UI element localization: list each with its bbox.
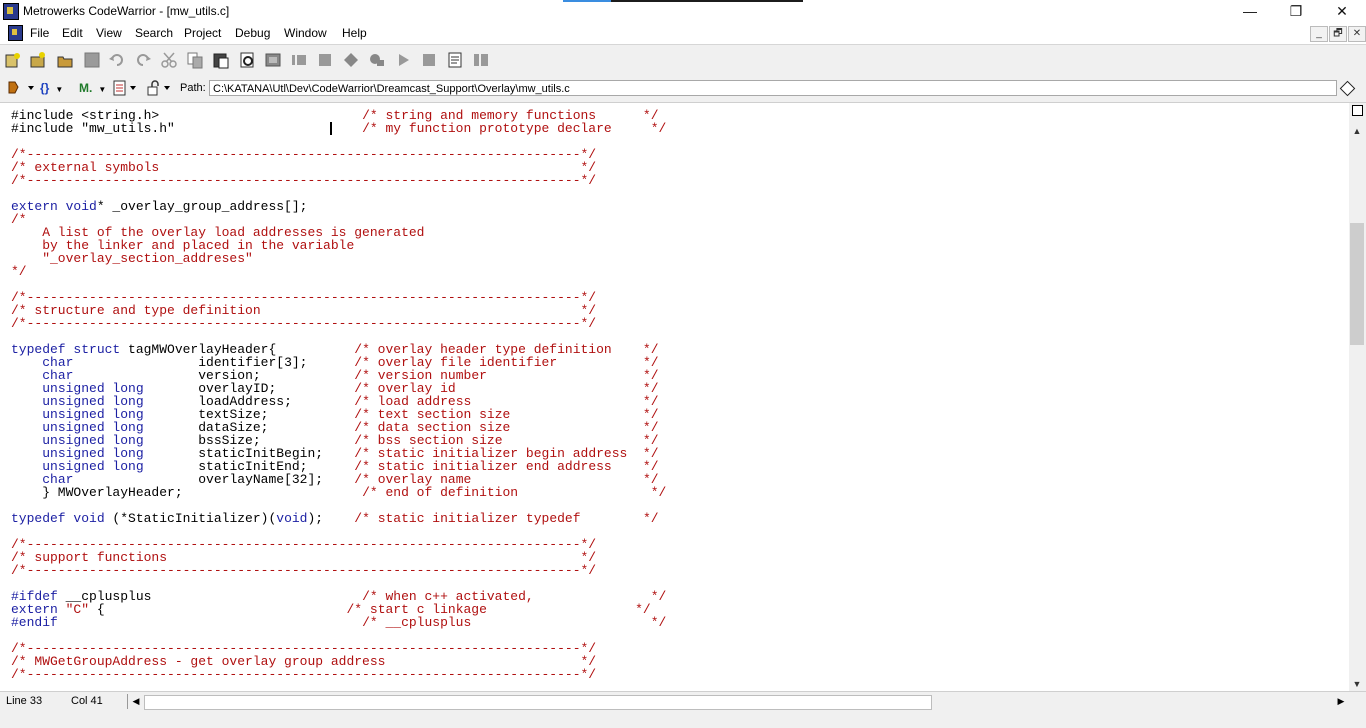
mdi-minimize-button[interactable]: _ <box>1310 26 1328 42</box>
code-editor[interactable]: #include <string.h> /* string and memory… <box>0 103 1349 691</box>
line-number: Line 33 <box>6 695 43 707</box>
dropdown-arrow-icon: ▼ <box>98 85 107 94</box>
title-bar: Metrowerks CodeWarrior - [mw_utils.c] — … <box>0 0 1366 22</box>
path-label: Path: <box>180 82 206 94</box>
main-toolbar <box>0 44 1366 75</box>
scroll-down-icon[interactable]: ▼ <box>1350 678 1364 690</box>
menu-window[interactable]: Window <box>284 26 327 40</box>
window-title: Metrowerks CodeWarrior - [mw_utils.c] <box>23 4 230 18</box>
close-button[interactable]: ✕ <box>1319 0 1365 22</box>
markers-popup[interactable]: M. ▼ <box>79 80 106 96</box>
code-text: (*StaticInitializer)( <box>104 511 277 526</box>
column-number: Col 41 <box>71 695 103 707</box>
code-line: /*--------------------------------------… <box>11 563 596 578</box>
find-in-files-icon[interactable] <box>264 51 282 69</box>
debug-icon[interactable] <box>342 51 360 69</box>
scroll-up-icon[interactable]: ▲ <box>1350 124 1364 138</box>
title-bar-accent <box>563 0 803 2</box>
bottom-strip <box>0 710 1366 728</box>
new-project-icon[interactable] <box>4 51 22 69</box>
code-line: extern void* _overlay_group_address[]; <box>11 199 307 214</box>
minimize-button[interactable]: — <box>1227 0 1273 22</box>
code-line: /*--------------------------------------… <box>11 667 596 682</box>
status-bar: Line 33 Col 41 ◀ ▶ <box>0 691 1366 711</box>
code-line: #endif /* __cplusplus */ <box>11 615 666 630</box>
project-window-icon[interactable] <box>420 51 438 69</box>
code-text: ); <box>307 511 355 526</box>
cut-icon[interactable] <box>160 51 178 69</box>
find-icon[interactable] <box>238 51 256 69</box>
undo-icon[interactable] <box>108 51 126 69</box>
vertical-scrollbar[interactable]: ▲ ▼ <box>1349 103 1366 691</box>
code-comment: /* static initializer typedef */ <box>354 511 659 526</box>
menu-edit[interactable]: Edit <box>62 26 83 40</box>
code-line: */ <box>11 264 27 279</box>
horizontal-scrollbar[interactable]: ◀ ▶ <box>127 694 1350 710</box>
run-icon[interactable] <box>368 51 386 69</box>
code-text: #include "mw_utils.h" <box>11 121 363 136</box>
menu-help[interactable]: Help <box>342 26 367 40</box>
file-path-field[interactable]: C:\KATANA\Utl\Dev\CodeWarrior\Dreamcast_… <box>209 80 1337 96</box>
paste-icon[interactable] <box>212 51 230 69</box>
code-keyword: void <box>276 511 308 526</box>
class-browser-icon[interactable] <box>472 51 490 69</box>
browser-icon[interactable] <box>446 51 464 69</box>
code-keyword: #endif <box>11 615 58 630</box>
copy-icon[interactable] <box>186 51 204 69</box>
dropdown-arrow-icon: ▼ <box>55 85 64 94</box>
split-pane-icon[interactable] <box>1352 105 1363 116</box>
code-comment: /*--------------------------------------… <box>11 316 597 331</box>
stop-icon[interactable] <box>316 51 334 69</box>
code-text: * _overlay_group_address[]; <box>96 199 308 214</box>
code-comment: /*--------------------------------------… <box>11 173 597 188</box>
vertical-scroll-thumb[interactable] <box>1350 223 1364 345</box>
menu-search[interactable]: Search <box>135 26 173 40</box>
codewarrior-app-icon <box>3 3 19 20</box>
new-file-icon[interactable] <box>29 51 47 69</box>
scroll-right-icon[interactable]: ▶ <box>1335 694 1347 709</box>
code-line: "_overlay_section_addreses" <box>11 251 253 266</box>
code-comment: /*--------------------------------------… <box>11 563 597 578</box>
menu-debug[interactable]: Debug <box>235 26 270 40</box>
functions-popup[interactable]: {} ▼ <box>40 80 63 96</box>
code-line: /*--------------------------------------… <box>11 173 596 188</box>
code-comment: /* __cplusplus */ <box>362 615 667 630</box>
code-line: #include "mw_utils.h" /* my function pro… <box>11 121 666 136</box>
scroll-left-icon[interactable]: ◀ <box>130 694 142 709</box>
menu-view[interactable]: View <box>96 26 122 40</box>
code-comment: "_overlay_section_addreses" <box>11 251 253 266</box>
code-comment: /* end of definition */ <box>362 485 667 500</box>
menu-file[interactable]: File <box>30 26 49 40</box>
code-line: /*--------------------------------------… <box>11 316 596 331</box>
restore-button[interactable]: ❐ <box>1273 0 1319 22</box>
markers-popup-label: M. <box>79 81 93 95</box>
make-icon[interactable] <box>290 51 308 69</box>
redo-icon[interactable] <box>134 51 152 69</box>
source-code: #include <string.h> /* string and memory… <box>11 109 666 681</box>
code-line: typedef void (*StaticInitializer)(void);… <box>11 511 659 526</box>
code-text: } MWOverlayHeader; <box>11 485 363 500</box>
text-caret <box>330 122 332 135</box>
code-comment: */ <box>11 264 27 279</box>
functions-popup-label: {} <box>40 81 50 95</box>
code-keyword: typedef void <box>11 511 105 526</box>
save-icon[interactable] <box>83 51 101 69</box>
document-settings-popup[interactable] <box>112 80 142 96</box>
mdi-restore-button[interactable]: 🗗 <box>1329 26 1347 42</box>
break-icon[interactable] <box>394 51 412 69</box>
code-comment: /* my function prototype declare */ <box>362 121 667 136</box>
mdi-close-button[interactable]: ✕ <box>1348 26 1366 42</box>
code-comment: /*--------------------------------------… <box>11 667 597 682</box>
code-line: } MWOverlayHeader; /* end of definition … <box>11 485 666 500</box>
header-files-popup[interactable] <box>6 80 40 96</box>
horizontal-scroll-thumb[interactable] <box>144 695 932 710</box>
menu-project[interactable]: Project <box>184 26 221 40</box>
open-icon[interactable] <box>56 51 74 69</box>
lock-popup[interactable] <box>146 80 176 96</box>
document-icon[interactable] <box>8 25 23 41</box>
menu-bar: File Edit View Search Project Debug Wind… <box>0 22 1366 43</box>
